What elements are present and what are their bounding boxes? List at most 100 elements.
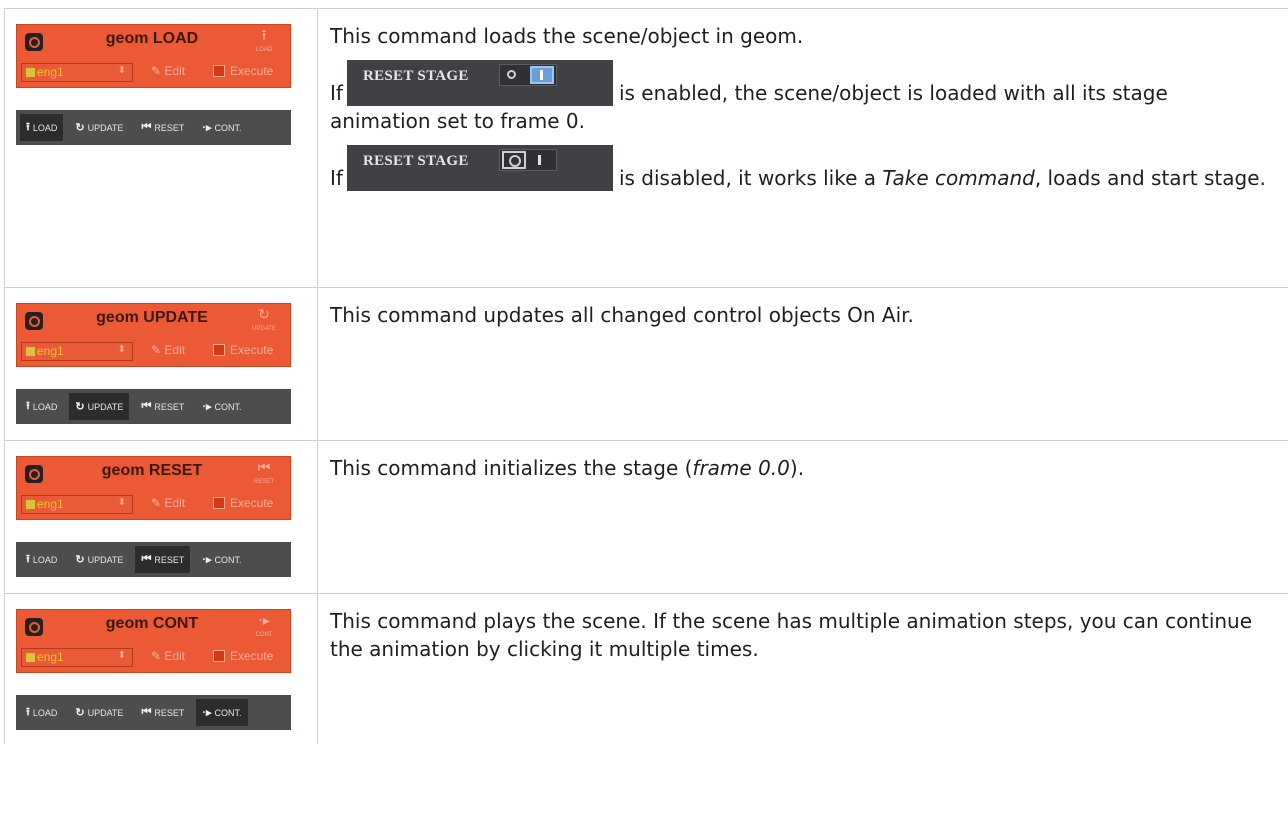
- step-play-icon: ·▸: [202, 401, 212, 413]
- engine-select[interactable]: eng1 ⬍: [21, 495, 133, 514]
- engine-label: eng1: [37, 650, 64, 664]
- command-title: geom CONT: [105, 615, 199, 632]
- cont-button[interactable]: ·▸ CONT.: [196, 546, 247, 573]
- execute-label: Execute: [230, 496, 274, 510]
- rewind-icon[interactable]: ⏮: [252, 460, 276, 476]
- command-widget-reset[interactable]: geom RESET ⏮ RESET eng1 ⬍ ✎ Edit Execute: [16, 456, 291, 520]
- command-widget-load[interactable]: geom LOAD ⭱ LOAD eng1 ⬍ ✎ Edit Execute: [16, 24, 291, 88]
- upload-icon: ⭱: [26, 121, 30, 133]
- widget-cell: geom CONT ·▸ CONT eng1 ⬍ ✎ Edit Execute …: [4, 593, 318, 744]
- load-button[interactable]: ⭱ LOAD: [20, 393, 63, 420]
- stage-toolbar: ⭱ LOAD ↻ UPDATE ⏮ RESET ·▸ CONT.: [16, 542, 291, 577]
- cont-button[interactable]: ·▸ CONT.: [196, 393, 247, 420]
- toggle-on-icon: [498, 64, 557, 86]
- monitor-icon: [26, 68, 35, 77]
- command-title: geom LOAD: [105, 30, 199, 47]
- take-command-text: Take command: [882, 166, 1035, 190]
- description-text: This command plays the scene. If the sce…: [330, 609, 1253, 661]
- reset-stage-label: RESET STAGE: [362, 68, 469, 84]
- rewind-icon: ⏮: [141, 400, 152, 412]
- cont-label: CONT.: [214, 707, 242, 718]
- engine-select[interactable]: eng1 ⬍: [21, 63, 133, 82]
- if-label: If: [330, 166, 343, 190]
- execute-icon: [213, 65, 225, 77]
- monitor-icon: [26, 500, 35, 509]
- stage-toolbar: ⭱ LOAD ↻ UPDATE ⏮ RESET ·▸ CONT.: [16, 110, 291, 145]
- description-cell: This command initializes the stage (fram…: [317, 440, 1288, 594]
- edit-button[interactable]: ✎ Edit: [151, 496, 185, 510]
- upload-icon[interactable]: ⭱: [252, 28, 276, 44]
- chevron-updown-icon: ⬍: [117, 344, 126, 355]
- geom-logo-icon: [25, 312, 43, 330]
- reset-button[interactable]: ⏮ RESET: [135, 546, 191, 573]
- reset-button[interactable]: ⏮ RESET: [135, 699, 190, 726]
- engine-label: eng1: [37, 65, 64, 79]
- edit-button[interactable]: ✎ Edit: [151, 649, 185, 663]
- execute-button[interactable]: Execute: [213, 64, 273, 78]
- refresh-icon[interactable]: ↻: [252, 307, 276, 323]
- upload-icon: ⭱: [26, 706, 30, 718]
- engine-select[interactable]: eng1 ⬍: [21, 648, 133, 667]
- update-button[interactable]: ↻ UPDATE: [69, 699, 129, 726]
- rewind-icon: ⏮: [141, 706, 152, 718]
- update-button[interactable]: ↻ UPDATE: [69, 114, 129, 141]
- execute-icon: [213, 344, 225, 356]
- command-title: geom UPDATE: [96, 309, 208, 326]
- step-play-icon: ·▸: [202, 707, 212, 719]
- edit-label: Edit: [164, 649, 186, 663]
- load-label: LOAD: [32, 122, 58, 133]
- load-button[interactable]: ⭱ LOAD: [20, 546, 63, 573]
- reset-button[interactable]: ⏮ RESET: [135, 393, 190, 420]
- update-button[interactable]: ↻ UPDATE: [69, 546, 129, 573]
- engine-label: eng1: [37, 344, 64, 358]
- edit-button[interactable]: ✎ Edit: [151, 64, 185, 78]
- command-icon-label: LOAD: [255, 47, 273, 53]
- engine-label: eng1: [37, 497, 64, 511]
- table-row: geom LOAD ⭱ LOAD eng1 ⬍ ✎ Edit Execute ⭱…: [4, 8, 1288, 288]
- edit-label: Edit: [164, 64, 186, 78]
- cont-button[interactable]: ·▸ CONT.: [196, 699, 248, 726]
- widget-cell: geom LOAD ⭱ LOAD eng1 ⬍ ✎ Edit Execute ⭱…: [4, 8, 318, 288]
- reset-stage-disabled-image: RESET STAGE: [346, 145, 613, 191]
- engine-select[interactable]: eng1 ⬍: [21, 342, 133, 361]
- command-widget-update[interactable]: geom UPDATE ↻ UPDATE eng1 ⬍ ✎ Edit Execu…: [16, 303, 291, 367]
- command-widget-cont[interactable]: geom CONT ·▸ CONT eng1 ⬍ ✎ Edit Execute: [16, 609, 291, 673]
- description-text: This command initializes the stage (fram…: [330, 454, 1270, 482]
- cont-button[interactable]: ·▸ CONT.: [196, 114, 247, 141]
- command-icon-label: UPDATE: [252, 326, 276, 332]
- load-button[interactable]: ⭱ LOAD: [20, 699, 63, 726]
- chevron-updown-icon: ⬍: [117, 650, 126, 661]
- update-button[interactable]: ↻ UPDATE: [69, 393, 130, 420]
- stage-toolbar: ⭱ LOAD ↻ UPDATE ⏮ RESET ·▸ CONT.: [16, 695, 291, 730]
- reset-button[interactable]: ⏮ RESET: [135, 114, 190, 141]
- pencil-icon: ✎: [151, 343, 165, 357]
- load-label: LOAD: [32, 707, 58, 718]
- geom-logo-icon: [25, 618, 43, 636]
- edit-label: Edit: [164, 496, 186, 510]
- execute-button[interactable]: Execute: [213, 496, 273, 510]
- refresh-icon: ↻: [75, 554, 85, 566]
- reset-label: RESET: [154, 707, 185, 718]
- toggle-off-icon: [498, 149, 557, 171]
- step-play-icon[interactable]: ·▸: [252, 613, 276, 629]
- execute-button[interactable]: Execute: [213, 343, 273, 357]
- reset-text-end: ).: [789, 456, 805, 480]
- disabled-text-end: , loads and start stage.: [1034, 166, 1266, 190]
- table-row: geom CONT ·▸ CONT eng1 ⬍ ✎ Edit Execute …: [4, 593, 1288, 744]
- cont-label: CONT.: [214, 122, 242, 133]
- table-row: geom RESET ⏮ RESET eng1 ⬍ ✎ Edit Execute…: [4, 440, 1288, 594]
- execute-icon: [213, 650, 225, 662]
- execute-button[interactable]: Execute: [213, 649, 273, 663]
- monitor-icon: [26, 653, 35, 662]
- chevron-updown-icon: ⬍: [117, 497, 126, 508]
- rewind-icon: ⏮: [141, 553, 152, 565]
- update-label: UPDATE: [87, 554, 124, 565]
- load-button[interactable]: ⭱ LOAD: [20, 114, 64, 141]
- widget-cell: geom UPDATE ↻ UPDATE eng1 ⬍ ✎ Edit Execu…: [4, 287, 318, 441]
- execute-label: Execute: [230, 649, 274, 663]
- monitor-icon: [26, 347, 35, 356]
- description-text: This command loads the scene/object in g…: [330, 24, 804, 48]
- edit-button[interactable]: ✎ Edit: [151, 343, 185, 357]
- reset-stage-label: RESET STAGE: [362, 153, 469, 169]
- update-label: UPDATE: [87, 401, 124, 412]
